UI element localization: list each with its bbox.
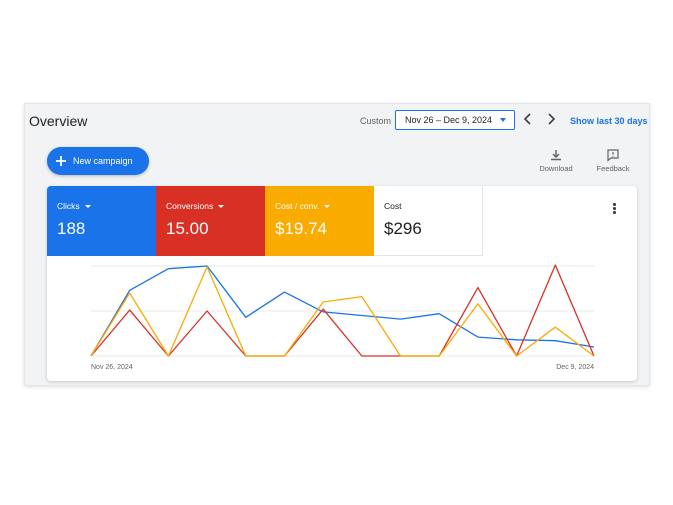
metric-label-text: Cost / conv. xyxy=(275,201,320,211)
download-icon xyxy=(551,150,561,161)
date-range-select[interactable]: Nov 26 – Dec 9, 2024 xyxy=(395,110,515,130)
download-button[interactable]: Download xyxy=(538,148,574,173)
metric-label-text: Conversions xyxy=(166,201,214,211)
new-campaign-label: New campaign xyxy=(73,156,133,166)
chevron-left-icon[interactable] xyxy=(521,112,535,126)
metric-label: Cost / conv. xyxy=(275,201,374,211)
x-tick-label-1: Dec 9, 2024 xyxy=(556,364,594,371)
plus-icon xyxy=(56,156,66,166)
x-tick-label-0: Nov 26, 2024 xyxy=(91,364,133,371)
metric-tile-conversions[interactable]: Conversions 15.00 xyxy=(156,186,265,256)
metric-label-text: Clicks xyxy=(57,201,80,211)
metric-label: Clicks xyxy=(57,201,156,211)
caret-down-icon xyxy=(84,204,91,208)
series-line-2 xyxy=(90,266,595,357)
caret-down-icon xyxy=(218,204,225,208)
metric-tile-cost-conv[interactable]: Cost / conv. $19.74 xyxy=(265,186,374,256)
metric-tile-clicks[interactable]: Clicks 188 xyxy=(47,186,156,256)
overview-panel: Overview Custom Nov 26 – Dec 9, 2024 Sho… xyxy=(24,103,650,386)
more-options-icon[interactable] xyxy=(613,203,617,215)
date-range-value: Nov 26 – Dec 9, 2024 xyxy=(405,115,493,125)
series-line-1 xyxy=(90,264,595,357)
custom-label: Custom xyxy=(360,116,392,126)
metric-value: $19.74 xyxy=(275,219,327,238)
metric-value: 15.00 xyxy=(166,219,209,238)
caret-down-icon xyxy=(324,204,331,208)
metric-label: Cost xyxy=(384,201,482,211)
performance-card: Clicks 188 Conversions 15.00 Cost / conv. $19… xyxy=(47,186,637,381)
feedback-label: Feedback xyxy=(596,164,630,173)
show-last-30-days-link[interactable]: Show last 30 days xyxy=(570,116,648,126)
caret-down-icon xyxy=(500,118,506,122)
page-title: Overview xyxy=(29,113,88,129)
new-campaign-button[interactable]: New campaign xyxy=(47,147,149,175)
metric-label: Conversions xyxy=(166,201,265,211)
metric-label-text: Cost xyxy=(384,201,402,211)
download-label: Download xyxy=(539,164,573,173)
metric-value: $296 xyxy=(384,219,422,238)
chevron-right-icon[interactable] xyxy=(544,112,558,126)
feedback-icon xyxy=(607,149,619,162)
metric-value: 188 xyxy=(57,219,86,238)
feedback-button[interactable]: Feedback xyxy=(594,148,632,173)
performance-chart: Nov 26, 2024 Dec 9, 2024 xyxy=(90,264,595,371)
metric-tile-cost[interactable]: Cost $296 xyxy=(374,186,483,256)
